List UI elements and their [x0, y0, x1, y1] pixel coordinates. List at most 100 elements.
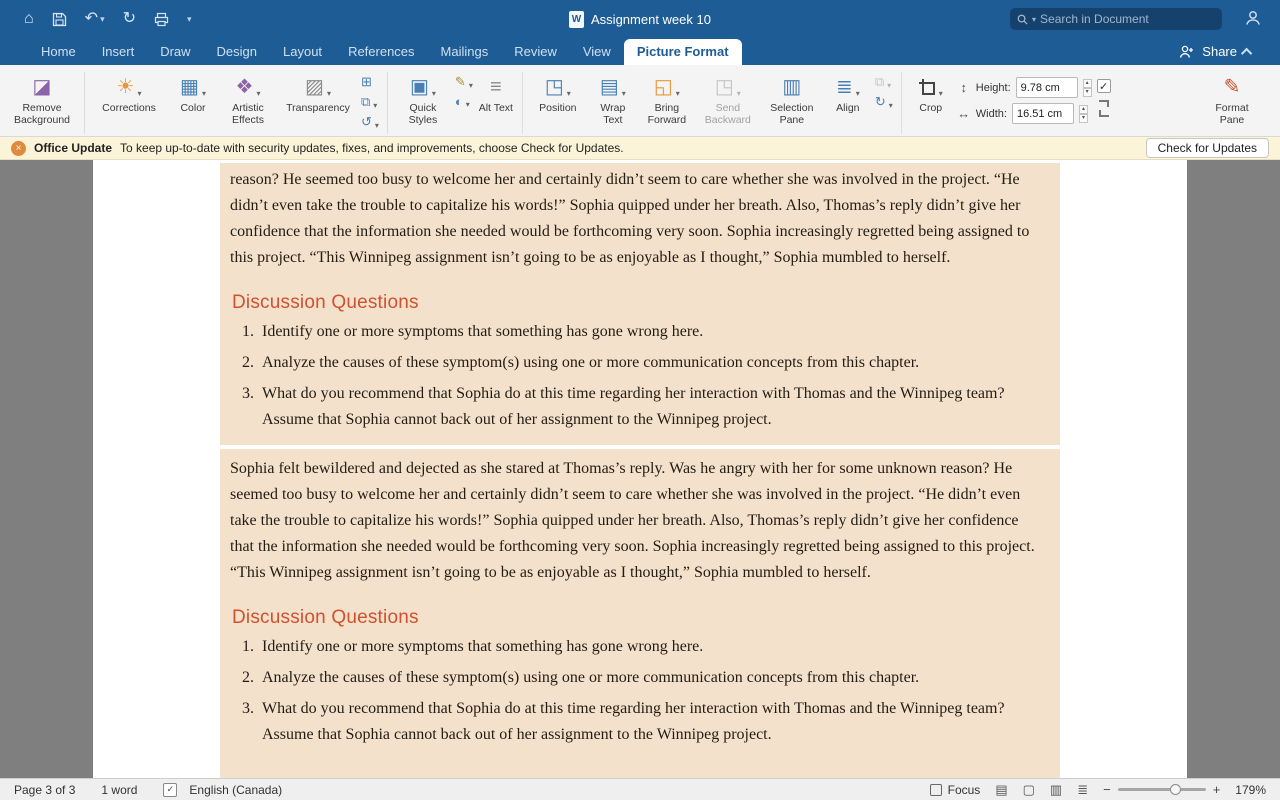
page-count-indicator[interactable]: Page 3 of 3	[14, 783, 75, 797]
dropdown-caret-icon: ▾	[431, 89, 436, 98]
color-icon: ▦	[180, 76, 199, 98]
dropdown-caret-icon: ▾	[887, 81, 892, 90]
title-bar: ⌂ ↶ ▾ ↻ ▾ W Assignment week 10 ▾	[0, 0, 1280, 38]
focus-label: Focus	[947, 782, 981, 797]
tab-design[interactable]: Design	[204, 39, 270, 65]
tab-insert[interactable]: Insert	[89, 39, 148, 65]
format-pane-button[interactable]: ✎ Format Pane	[1206, 70, 1258, 127]
question-text: Identify one or more symptoms that somet…	[262, 323, 704, 340]
share-area[interactable]: Share	[1179, 44, 1253, 65]
height-stepper[interactable]: ▴ ▾	[1082, 78, 1092, 97]
tab-references[interactable]: References	[335, 39, 427, 65]
notification-close-icon[interactable]: ×	[11, 140, 26, 156]
width-dimension-icon: ↔	[957, 106, 971, 121]
align-icon: ≣	[835, 76, 853, 98]
word-document-icon: W	[569, 10, 585, 28]
zoom-control: − +	[1103, 782, 1220, 797]
picture-border-button[interactable]: ✎ ▾	[455, 74, 473, 90]
transparency-button[interactable]: ▨ ▾ Transparency	[280, 70, 356, 114]
toolbar-options-caret-icon[interactable]: ▾	[187, 14, 192, 24]
search-input[interactable]	[1040, 12, 1215, 26]
focus-toggle[interactable]: Focus	[929, 782, 981, 797]
zoom-slider[interactable]	[1117, 784, 1206, 795]
reset-picture-button[interactable]: ↺ ▾	[361, 114, 379, 130]
dropdown-caret-icon: ▾	[468, 81, 473, 90]
zoom-in-icon[interactable]: +	[1213, 782, 1221, 797]
height-input[interactable]	[1015, 77, 1078, 98]
picture-effects-icon: ◐	[454, 94, 463, 109]
search-scope-caret-icon[interactable]: ▾	[1032, 15, 1036, 24]
print-layout-view-icon[interactable]: ▤	[995, 782, 1007, 798]
ribbon-group-separator	[900, 72, 902, 134]
quick-styles-label: Quick Styles	[408, 102, 438, 127]
tab-view[interactable]: View	[570, 39, 624, 65]
undo-button[interactable]: ↶ ▾	[85, 11, 105, 27]
width-step-up-icon[interactable]: ▴	[1078, 104, 1088, 114]
save-icon[interactable]	[52, 12, 67, 27]
zoom-slider-thumb[interactable]	[1169, 784, 1181, 795]
search-box[interactable]: ▾	[1010, 8, 1222, 30]
quick-styles-button[interactable]: ▣ ▾ Quick Styles	[396, 70, 450, 127]
account-person-icon[interactable]	[1244, 9, 1262, 32]
group-objects-button[interactable]: ⧉ ▾	[875, 74, 893, 90]
height-step-down-icon[interactable]: ▾	[1082, 87, 1092, 97]
embedded-picture-2[interactable]: Sophia felt bewildered and dejected as s…	[220, 449, 1060, 778]
zoom-out-icon[interactable]: −	[1103, 782, 1111, 797]
alt-text-button[interactable]: ≡ Alt Text	[478, 70, 514, 114]
width-step-down-icon[interactable]: ▾	[1078, 113, 1088, 123]
question-number: 1.	[242, 323, 254, 340]
lock-aspect-ratio-checkbox[interactable]: ✓	[1096, 79, 1111, 93]
crop-button[interactable]: ▾ Crop	[910, 70, 952, 114]
word-count-indicator[interactable]: 1 word	[101, 783, 137, 797]
width-input[interactable]	[1011, 103, 1074, 124]
remove-background-button[interactable]: ◪ Remove Background	[8, 70, 76, 127]
corrections-button[interactable]: ☀ ▾ Corrections	[93, 70, 165, 114]
draft-view-icon[interactable]: ≣	[1077, 782, 1088, 798]
print-icon[interactable]	[154, 12, 169, 27]
height-step-up-icon[interactable]: ▴	[1082, 78, 1092, 88]
language-indicator[interactable]: English (Canada)	[189, 783, 282, 797]
tab-layout[interactable]: Layout	[270, 39, 335, 65]
selection-pane-button[interactable]: ▥ Selection Pane	[763, 70, 821, 127]
compress-pictures-button[interactable]: ⊞	[361, 74, 379, 90]
tab-draw[interactable]: Draw	[147, 39, 203, 65]
align-button[interactable]: ≣ ▾ Align	[826, 70, 870, 114]
home-icon[interactable]: ⌂	[24, 11, 34, 27]
wrap-text-button[interactable]: ▤ ▾ Wrap Text	[590, 70, 636, 127]
picture-effects-button[interactable]: ◐ ▾	[455, 94, 473, 109]
bring-forward-button[interactable]: ◱ ▾ Bring Forward	[641, 70, 693, 127]
change-picture-button[interactable]: ⧉ ▾	[361, 94, 379, 110]
outline-view-icon[interactable]: ▥	[1050, 782, 1062, 798]
compress-pictures-icon: ⊞	[361, 74, 372, 89]
question-text: What do you recommend that Sophia do at …	[262, 700, 1005, 743]
dropdown-caret-icon: ▾	[736, 89, 741, 98]
change-picture-icon: ⧉	[361, 94, 371, 109]
bring-forward-label: Bring Forward	[647, 102, 687, 127]
send-backward-button[interactable]: ◳ ▾ Send Backward	[698, 70, 758, 127]
tab-home[interactable]: Home	[28, 39, 89, 65]
wrap-text-icon: ▤	[599, 76, 619, 98]
picture-tools-small-stack: ⊞ ⧉ ▾ ↺ ▾	[361, 70, 379, 130]
story-paragraph: Sophia felt bewildered and dejected as s…	[230, 460, 1035, 581]
question-number: 1.	[242, 638, 254, 655]
embedded-picture-1[interactable]: reason? He seemed too busy to welcome he…	[220, 163, 1060, 445]
check-for-updates-button[interactable]: Check for Updates	[1145, 138, 1269, 158]
artistic-effects-button[interactable]: ❖ ▾ Artistic Effects	[221, 70, 275, 127]
tab-review[interactable]: Review	[501, 39, 570, 65]
spelling-status-icon[interactable]: ✓	[163, 782, 178, 797]
question-text: Analyze the causes of these symptom(s) u…	[262, 669, 920, 686]
web-layout-view-icon[interactable]: ▢	[1023, 782, 1035, 798]
bring-forward-icon: ◱	[653, 76, 673, 98]
zoom-percentage[interactable]: 179%	[1235, 783, 1266, 797]
tab-picture-format[interactable]: Picture Format	[623, 39, 742, 65]
border-effects-small-stack: ✎ ▾ ◐ ▾	[455, 70, 473, 109]
redo-icon[interactable]: ↻	[123, 11, 136, 27]
rotate-objects-button[interactable]: ↻ ▾	[875, 94, 893, 110]
color-button[interactable]: ▦ ▾ Color	[170, 70, 216, 114]
office-update-notification-bar: × Office Update To keep up-to-date with …	[0, 137, 1280, 160]
collapse-ribbon-chevron-icon[interactable]	[1240, 47, 1253, 59]
tab-mailings[interactable]: Mailings	[428, 39, 502, 65]
send-backward-label: Send Backward	[704, 102, 751, 127]
position-button[interactable]: ◳ ▾ Position	[531, 70, 585, 114]
width-stepper[interactable]: ▴ ▾	[1078, 104, 1088, 123]
